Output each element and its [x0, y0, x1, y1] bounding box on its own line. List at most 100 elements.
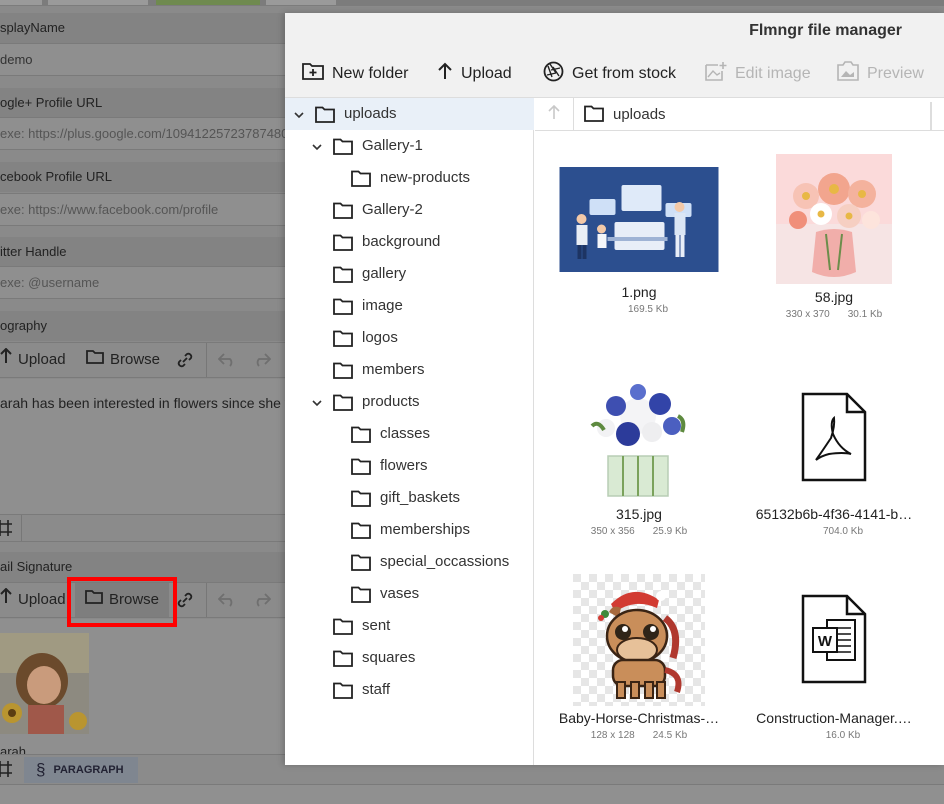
folder-icon [333, 650, 353, 671]
chevron-down-icon[interactable] [293, 108, 305, 120]
biography-upload-button[interactable]: Upload [0, 343, 66, 377]
field-label-displayname: splayName [0, 13, 285, 43]
file-tile[interactable]: Baby-Horse-Christmas-… 128 x 128 24.5 Kb [541, 562, 737, 762]
folder-icon [86, 343, 104, 377]
file-size: 704.0 Kb [822, 526, 864, 537]
file-name: 1.png [621, 284, 657, 300]
google-url-input[interactable]: exe: https://plus.google.com/10941225723… [0, 117, 285, 150]
folder-icon [333, 138, 353, 159]
tree-item-label: memberships [380, 521, 471, 538]
biography-text: arah has been interested in flowers sinc… [0, 395, 285, 411]
tree-item-vases[interactable]: vases [285, 578, 534, 610]
file-size: 16.0 Kb [825, 730, 861, 741]
upload-button[interactable]: Upload [437, 49, 512, 98]
tree-item-label: Gallery-2 [362, 201, 423, 218]
file-tile[interactable]: 58.jpg 330 x 370 30.1 Kb [736, 154, 932, 354]
edit-image-button[interactable]: Edit image [705, 49, 811, 98]
tree-item-members[interactable]: members [285, 354, 534, 386]
biography-statusbar [0, 514, 285, 542]
image-preview-icon [837, 61, 859, 86]
tree-item-label: flowers [380, 457, 428, 474]
biography-undo-icon[interactable] [218, 343, 236, 377]
section-sign-icon: § [36, 760, 46, 779]
get-from-stock-button[interactable]: Get from stock [543, 49, 676, 98]
file-name: Construction-Manager.… [756, 710, 912, 726]
folder-icon [315, 106, 335, 127]
signature-undo-icon[interactable] [218, 583, 236, 617]
arrow-up-icon [548, 104, 560, 124]
path-divider [930, 102, 932, 131]
upload-arrow-icon [437, 62, 453, 85]
file-tile[interactable]: 65132b6b-4f36-4141-b… 704.0 Kb [736, 364, 932, 564]
file-name: Baby-Horse-Christmas-… [558, 710, 720, 726]
path-bar: uploads [535, 98, 944, 131]
tree-item-gift-baskets[interactable]: gift_baskets [285, 482, 534, 514]
folder-icon [351, 170, 371, 191]
signature-link-icon[interactable] [176, 583, 194, 617]
tree-item-gallery[interactable]: gallery [285, 258, 534, 290]
file-meta: 169.5 Kb [541, 304, 737, 315]
new-folder-button[interactable]: New folder [302, 49, 408, 98]
path-up-button[interactable] [535, 98, 574, 131]
tree-item-gallery-2[interactable]: Gallery-2 [285, 194, 534, 226]
biography-redo-icon[interactable] [253, 343, 271, 377]
displayname-input[interactable]: demo [0, 43, 285, 76]
tree-item-label: sent [362, 617, 391, 634]
tree-item-gallery-1[interactable]: Gallery-1 [285, 130, 534, 162]
folder-icon [333, 234, 353, 255]
tree-item-label: image [362, 297, 403, 314]
tree-item-label: gift_baskets [380, 489, 461, 506]
chevron-down-icon[interactable] [311, 396, 323, 408]
dialog-title: Flmngr file manager [285, 13, 944, 49]
file-meta: 16.0 Kb [736, 730, 932, 741]
tree-item-classes[interactable]: classes [285, 418, 534, 450]
file-tile[interactable]: W Construction-Manager.… 16.0 Kb [736, 562, 932, 762]
file-tile[interactable]: 1.png 169.5 Kb [541, 154, 737, 354]
biography-editor[interactable]: arah has been interested in flowers sinc… [0, 379, 285, 514]
tree-item-background[interactable]: background [285, 226, 534, 258]
biography-link-icon[interactable] [176, 343, 194, 377]
biography-browse-button[interactable]: Browse [86, 343, 160, 377]
folder-icon [333, 202, 353, 223]
tree-item-label: Gallery-1 [362, 137, 423, 154]
annotation-highlight-box [67, 577, 177, 627]
signature-upload-button[interactable]: Upload [0, 583, 66, 617]
field-label-facebook-url: cebook Profile URL [0, 162, 285, 192]
paragraph-format-button[interactable]: § PARAGRAPH [24, 757, 138, 783]
tree-item-squares[interactable]: squares [285, 642, 534, 674]
tree-item-products[interactable]: products [285, 386, 534, 418]
svg-text:W: W [818, 633, 833, 650]
file-meta: 330 x 370 30.1 Kb [736, 309, 932, 320]
preview-button[interactable]: Preview [837, 49, 924, 98]
biography-toolbar: Upload Browse [0, 342, 285, 378]
facebook-url-input[interactable]: exe: https://www.facebook.com/profile [0, 193, 285, 226]
file-thumbnail [573, 574, 705, 706]
file-size: 24.5 Kb [652, 730, 688, 741]
tree-item-flowers[interactable]: flowers [285, 450, 534, 482]
tree-item-memberships[interactable]: memberships [285, 514, 534, 546]
tree-item-logos[interactable]: logos [285, 322, 534, 354]
folder-icon [351, 554, 371, 575]
signature-redo-icon[interactable] [253, 583, 271, 617]
folder-icon [351, 426, 371, 447]
folder-icon [333, 362, 353, 383]
table-move-icon-2[interactable] [0, 755, 12, 783]
signature-avatar-image [0, 633, 89, 734]
chevron-down-icon[interactable] [311, 140, 323, 152]
tree-item-sent[interactable]: sent [285, 610, 534, 642]
tree-item-image[interactable]: image [285, 290, 534, 322]
file-size: 169.5 Kb [627, 304, 669, 315]
file-manager-toolbar: New folder Upload Get from stock Edit im… [285, 49, 944, 98]
table-move-icon[interactable] [0, 515, 12, 541]
tree-item-new-products[interactable]: new-products [285, 162, 534, 194]
tree-item-label: vases [380, 585, 420, 602]
tree-item-uploads[interactable]: uploads [285, 98, 534, 130]
file-dims: 128 x 128 [590, 730, 635, 741]
file-tile[interactable]: 315.jpg 350 x 356 25.9 Kb [541, 364, 737, 564]
tree-item-staff[interactable]: staff [285, 674, 534, 706]
file-dims: 330 x 370 [785, 309, 830, 320]
path-label[interactable]: uploads [613, 98, 666, 131]
twitter-input[interactable]: exe: @username [0, 266, 285, 299]
folder-icon [333, 682, 353, 703]
tree-item-special-occassions[interactable]: special_occassions [285, 546, 534, 578]
